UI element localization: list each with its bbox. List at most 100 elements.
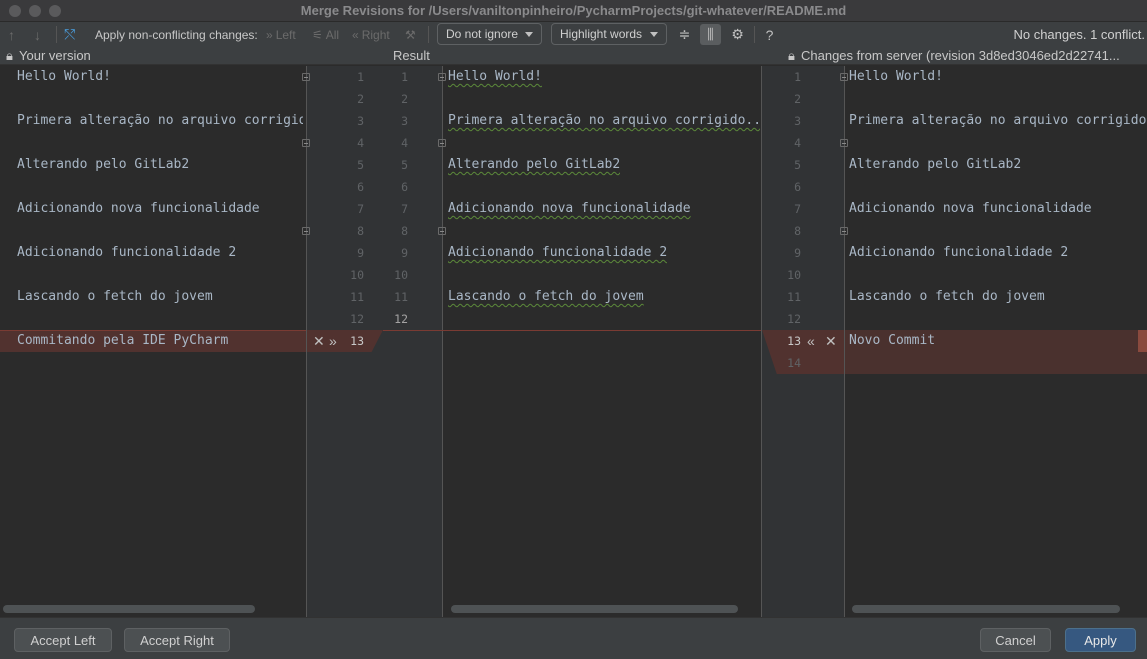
line-number: 4 [794,136,801,150]
code-line: Novo Commit [849,333,936,348]
line-number: 1 [401,70,408,84]
fold-icon[interactable] [840,139,848,147]
toolbar: ↑ ↓ ⤲ Apply non-conflicting changes: » Le… [0,22,1147,47]
fold-icon[interactable] [438,139,446,147]
line-number: 9 [401,246,408,260]
help-icon[interactable]: ? [759,24,780,45]
fold-icon[interactable] [840,73,848,81]
apply-all-button[interactable]: ⚟ All [312,22,339,47]
result-panel-title: Result [393,48,430,63]
code-line: Lascando o fetch do jovem [17,289,213,304]
code-line: Adicionando nova funcionalidade [849,201,1092,216]
line-number: 10 [394,268,408,282]
panel-headers: 🔒︎ Your version Result 🔒︎ Changes from s… [0,47,1147,65]
line-number: 7 [794,202,801,216]
bottom-bar: Accept Left Accept Right Cancel Apply [0,617,1147,659]
line-number: 11 [350,290,364,304]
code-line: Alterando pelo GitLab2 [849,157,1022,172]
sync-scroll-icon[interactable]: ⫼ [700,24,721,45]
line-number: 2 [401,92,408,106]
line-number: 1 [794,70,801,84]
cancel-button[interactable]: Cancel [980,628,1051,652]
code-line: Alterando pelo GitLab2 [448,157,621,172]
line-number: 12 [787,312,801,326]
apply-button[interactable]: Apply [1065,628,1136,652]
fold-icon[interactable] [302,139,310,147]
accept-right-change-icon[interactable]: « [807,330,815,352]
result-editor[interactable] [443,66,761,617]
status-text: No changes. 1 conflict. [1013,27,1145,42]
apply-left-button[interactable]: » Left [266,22,296,47]
code-line: Commitando pela IDE PyCharm [17,333,229,348]
line-number: 13 [350,334,364,348]
magic-resolve-icon[interactable]: ⤲ [64,22,75,47]
resolve-wand-icon[interactable]: ⚒ [405,22,416,47]
apply-non-conflicting-label: Apply non-conflicting changes: [95,27,258,42]
line-number: 11 [394,290,408,304]
line-number: 7 [357,202,364,216]
line-number: 1 [357,70,364,84]
double-chevron-right-icon: » [266,27,273,42]
fold-icon[interactable] [438,227,446,235]
window-title: Merge Revisions for /Users/vaniltonpinhe… [300,3,847,18]
fold-icon[interactable] [302,227,310,235]
title-bar: Merge Revisions for /Users/vaniltonpinhe… [0,0,1147,22]
ignore-whitespace-select[interactable]: Do not ignore [437,23,542,45]
conflict-marker-stripe [1138,330,1147,352]
code-line: Adicionando nova funcionalidade [17,201,260,216]
line-number: 4 [357,136,364,150]
line-number: 11 [787,290,801,304]
line-number: 12 [350,312,364,326]
ignore-select-value: Do not ignore [446,27,519,41]
highlight-mode-select[interactable]: Highlight words [551,23,667,45]
code-line: Alterando pelo GitLab2 [17,157,190,172]
code-line: Hello World! [849,69,943,84]
reject-right-change-icon[interactable]: ✕ [825,330,837,352]
accept-right-button[interactable]: Accept Right [124,628,230,652]
line-number: 7 [401,202,408,216]
result-horizontal-scrollbar[interactable] [451,605,738,613]
chevron-down-icon [650,32,658,37]
collapse-unchanged-icon[interactable]: ≑ [674,24,695,45]
next-difference-icon[interactable]: ↓ [34,22,41,47]
fold-icon[interactable] [840,227,848,235]
apply-right-button[interactable]: «Right [352,22,390,47]
code-line: Hello World! [448,69,542,84]
line-number: 6 [357,180,364,194]
line-number: 3 [401,114,408,128]
conflict-connector-line [383,330,761,331]
line-number: 3 [357,114,364,128]
apply-right-label: Right [361,27,390,42]
code-line: Adicionando funcionalidade 2 [448,245,668,260]
line-number: 8 [794,224,801,238]
reject-left-change-icon[interactable]: ✕ [313,330,325,352]
line-number: 6 [401,180,408,194]
code-line: Lascando o fetch do jovem [448,289,644,304]
line-number: 3 [794,114,801,128]
code-line: Lascando o fetch do jovem [849,289,1045,304]
accept-left-button[interactable]: Accept Left [14,628,112,652]
previous-difference-icon[interactable]: ↑ [8,22,15,47]
right-panel-title: Changes from server (revision 3d8ed3046e… [801,48,1120,63]
line-number: 2 [357,92,364,106]
settings-gear-icon[interactable]: ⚙ [727,24,748,45]
line-number: 10 [787,268,801,282]
lock-icon: 🔒︎ [788,48,795,63]
apply-all-label: All [325,27,340,42]
lock-icon: 🔒︎ [6,48,13,63]
line-number: 8 [357,224,364,238]
chevron-down-icon [525,32,533,37]
highlight-select-value: Highlight words [560,27,643,41]
left-horizontal-scrollbar[interactable] [3,605,255,613]
double-chevron-left-icon: « [352,27,359,42]
line-number: 13 [787,334,801,348]
fold-icon[interactable] [438,73,446,81]
fold-icon[interactable] [302,73,310,81]
code-line: Adicionando funcionalidade 2 [849,245,1069,260]
accept-left-change-icon[interactable]: » [329,330,337,352]
magic-wand-icon: ⚟ [312,27,323,42]
code-line: Primera alteração no arquivo corrigido..… [448,113,760,128]
line-number: 2 [794,92,801,106]
line-number: 5 [794,158,801,172]
right-horizontal-scrollbar[interactable] [852,605,1120,613]
